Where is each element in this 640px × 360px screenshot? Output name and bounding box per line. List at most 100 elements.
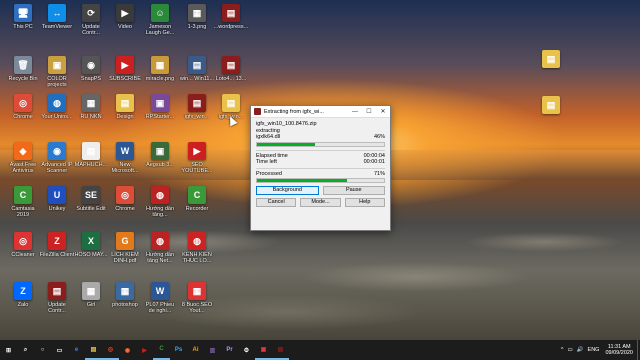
desktop-icon[interactable]: ▤ Update Contr... xyxy=(40,282,74,322)
desktop-icon[interactable]: ▦ Girl xyxy=(74,282,108,322)
desktop-icon-label: LICH KIEM DINH.pdf xyxy=(111,252,139,264)
desktop-icon[interactable]: ▶ SEO YOUTUBE... xyxy=(180,142,214,182)
taskbar-app-icon[interactable]: Pr xyxy=(221,340,238,360)
minimize-button[interactable]: — xyxy=(348,109,362,115)
taskbar-app-icon[interactable]: ▤ xyxy=(272,340,289,360)
desktop-icon-image: 🖥 xyxy=(14,4,32,22)
taskbar-glyph-icon: ▤ xyxy=(277,346,284,353)
desktop-icon[interactable]: ▦ miracle.png xyxy=(143,56,177,96)
desktop-icon[interactable]: ◎ Chrome xyxy=(6,94,40,134)
taskbar-app-icon[interactable]: ⌕ xyxy=(17,340,34,360)
desktop-icon[interactable]: ▣ COLOR projects xyxy=(40,56,74,96)
desktop-icon[interactable]: ▣ RPStarter... xyxy=(143,94,177,134)
desktop-icon[interactable]: ▤ igfx_win... xyxy=(214,94,248,134)
desktop-icon[interactable]: 🗑 Recycle Bin xyxy=(6,56,40,96)
desktop-icon[interactable]: ↔ TeamViewer xyxy=(40,4,74,44)
desktop-icon[interactable]: ▤ ...wordpress... xyxy=(214,4,248,44)
taskbar-app-icon[interactable]: C xyxy=(153,340,170,360)
taskbar-app-icon[interactable]: ⚙ xyxy=(238,340,255,360)
network-icon[interactable]: ▭ xyxy=(567,347,572,353)
taskbar-app-icon[interactable]: ▣ xyxy=(255,340,272,360)
taskbar-app-icon[interactable]: ▤ xyxy=(85,340,102,360)
taskbar-app-icon[interactable]: ⊞ xyxy=(0,340,17,360)
volume-icon[interactable]: 🔊 xyxy=(577,347,584,353)
background-button[interactable]: Background xyxy=(256,186,319,195)
desktop-icon-label: win... Win11... xyxy=(179,76,215,82)
desktop-icon[interactable]: ▤ Design xyxy=(108,94,142,134)
desktop-icon[interactable]: G LICH KIEM DINH.pdf xyxy=(108,232,142,272)
desktop-icon[interactable]: ◎ Chrome xyxy=(108,186,142,226)
desktop-icon-image: ◎ xyxy=(116,186,134,204)
desktop-icon-image: ▤ xyxy=(188,56,206,74)
desktop-icon[interactable]: 🖥 This PC xyxy=(6,4,40,44)
desktop-icon[interactable]: ◍ KENH KIEN THUC LO... xyxy=(180,232,214,272)
desktop-icon-label: Update Contr... xyxy=(48,302,66,314)
desktop-icon-image: C xyxy=(14,186,32,204)
desktop-icon[interactable]: ▤ igfx_win... xyxy=(180,94,214,134)
desktop-icon-image: W xyxy=(151,282,169,300)
taskbar-app-icon[interactable]: e xyxy=(68,340,85,360)
desktop-icon[interactable]: ▣ Aegsub 3... xyxy=(143,142,177,182)
desktop-icon[interactable]: U Unikey xyxy=(40,186,74,226)
language-indicator[interactable]: ENG xyxy=(588,347,600,353)
taskbar-app-icon[interactable]: ◎ xyxy=(102,340,119,360)
desktop-icon[interactable]: W PL07 Phieu de nghi... xyxy=(143,282,177,322)
taskbar-app-icon[interactable]: ▥ xyxy=(204,340,221,360)
desktop-icon[interactable]: ◉ SnapPS xyxy=(74,56,108,96)
desktop-icon[interactable]: ▦ photoshop xyxy=(108,282,142,322)
desktop-icon[interactable]: ⟳ Update Contr... xyxy=(74,4,108,44)
desktop-icon[interactable]: ▶ Video xyxy=(108,4,142,44)
desktop-icon[interactable]: Z FileZilla Client xyxy=(40,232,74,272)
taskbar-app-icon[interactable]: ○ xyxy=(34,340,51,360)
desktop-icon[interactable]: X HOSO MAY... xyxy=(74,232,108,272)
desktop-icon[interactable]: ▦ 1-3.png xyxy=(180,4,214,44)
desktop-icon-image: ▦ xyxy=(82,282,100,300)
close-button[interactable]: ✕ xyxy=(376,108,390,115)
desktop-icon[interactable]: ▶ SUBSCRIBE xyxy=(108,56,142,96)
desktop-icon[interactable]: ◍ Hướng dẫn tăng Net... xyxy=(143,232,177,272)
desktop-icon-image: ▤ xyxy=(116,94,134,112)
desktop-icon[interactable]: ◈ Avast Free Antivirus xyxy=(6,142,40,182)
desktop-icon[interactable]: C Recorder xyxy=(180,186,214,226)
desktop-icon-label: Jameson Laugh Ge... xyxy=(145,24,175,36)
desktop-icon[interactable]: ◉ Advanced IP Scanner xyxy=(40,142,74,182)
desktop-icon[interactable]: ☺ Jameson Laugh Ge... xyxy=(143,4,177,44)
taskbar-app-icon[interactable]: ▶ xyxy=(136,340,153,360)
desktop-icon[interactable]: ▤ Loto4... 13... xyxy=(214,56,248,96)
desktop-icon-label: Recorder xyxy=(185,206,209,212)
desktop-icon[interactable]: ◍ Your Unins... xyxy=(40,94,74,134)
mode-button[interactable]: Mode... xyxy=(300,198,341,207)
desktop-icon[interactable]: ▦ 8 Buoc SEO Yout... xyxy=(180,282,214,322)
taskbar-glyph-icon: ◉ xyxy=(124,347,131,354)
taskbar-glyph-icon: ◎ xyxy=(107,346,114,353)
help-button[interactable]: Help xyxy=(344,198,385,207)
desktop-icon[interactable]: ▤ win... Win11... xyxy=(180,56,214,96)
desktop-icon[interactable]: SE Subtitle Edit xyxy=(74,186,108,226)
desktop-icon-image: ▶ xyxy=(116,4,134,22)
clock[interactable]: 11:31 AM 09/09/2020 xyxy=(601,344,637,357)
desktop-icon[interactable]: Z Zalo xyxy=(6,282,40,322)
desktop-icon[interactable]: ▤ xyxy=(534,50,568,90)
desktop-icon[interactable]: C Camtasia 2019 xyxy=(6,186,40,226)
desktop-icon-image: ▤ xyxy=(542,96,560,114)
tray-chevron-icon[interactable]: ^ xyxy=(561,347,564,353)
taskbar-app-icon[interactable]: ▭ xyxy=(51,340,68,360)
taskbar-app-icon[interactable]: ◉ xyxy=(119,340,136,360)
maximize-button[interactable]: ☐ xyxy=(362,108,376,115)
pause-button[interactable]: Pause xyxy=(322,186,385,195)
desktop-icon[interactable]: ◍ Hướng dẫn tăng... xyxy=(143,186,177,226)
dialog-titlebar[interactable]: Extracting from igfx_wi... — ☐ ✕ xyxy=(251,106,390,118)
desktop-icon[interactable]: ▦ RU NKN xyxy=(74,94,108,134)
taskbar-glyph-icon: Pr xyxy=(226,347,233,353)
taskbar-app-icon[interactable]: Ps xyxy=(170,340,187,360)
desktop-icon-image: ▦ xyxy=(82,94,100,112)
desktop-icon-image: ▤ xyxy=(222,56,240,74)
desktop-icon[interactable]: ▤ MAPHUCH... xyxy=(74,142,108,182)
extract-dialog: Extracting from igfx_wi... — ☐ ✕ igfx_wi… xyxy=(250,105,391,231)
desktop-icon[interactable]: ◎ CCleaner xyxy=(6,232,40,272)
desktop-icon[interactable]: W New Microsoft... xyxy=(108,142,142,182)
desktop-icon[interactable]: ▤ xyxy=(534,96,568,136)
cancel-button[interactable]: Cancel xyxy=(256,198,297,207)
taskbar-app-icon[interactable]: Ai xyxy=(187,340,204,360)
desktop-icon-label: SEO YOUTUBE... xyxy=(181,162,213,174)
